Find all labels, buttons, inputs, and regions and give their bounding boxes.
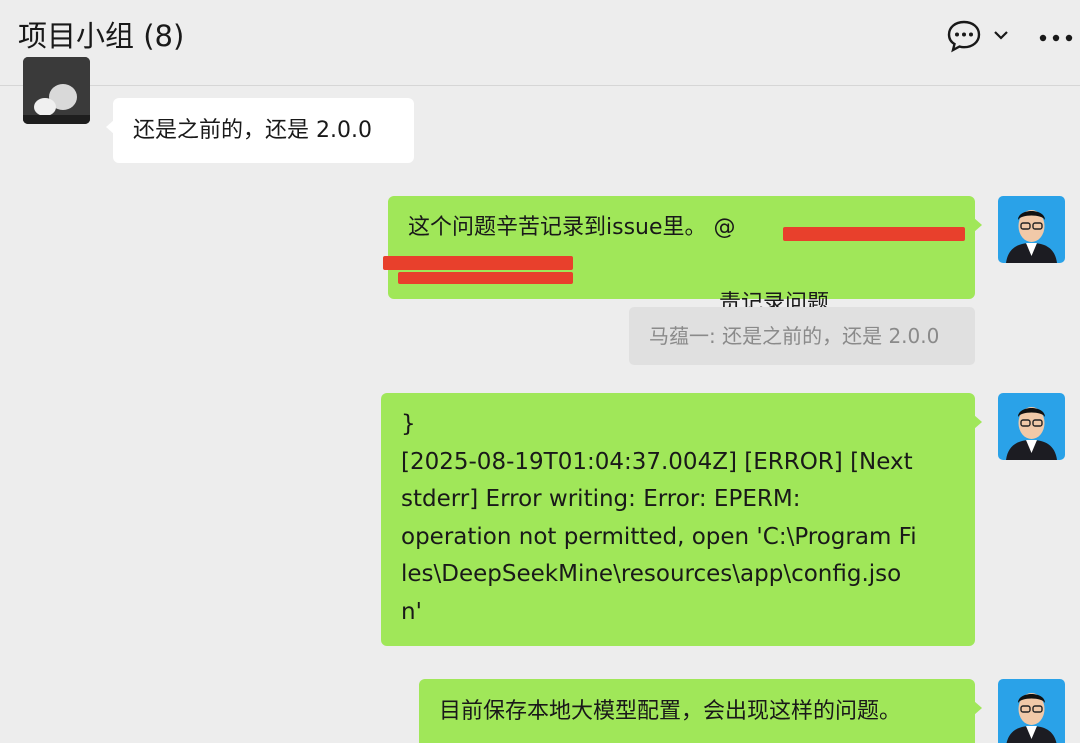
self-avatar[interactable]	[998, 196, 1065, 263]
chat-bubble-icon[interactable]	[946, 18, 982, 54]
log-line: stderr] Error writing: Error: EPERM:	[401, 486, 801, 512]
self-avatar[interactable]	[998, 393, 1065, 460]
message-text: 还是之前的，还是 2.0.0	[133, 118, 372, 143]
message-bubble[interactable]: 还是之前的，还是 2.0.0	[106, 98, 414, 163]
log-line: [2025-08-19T01:04:37.004Z] [ERROR] [Next	[401, 448, 913, 475]
quoted-message[interactable]: 马蕴一: 还是之前的，还是 2.0.0	[629, 307, 975, 365]
redaction-mark	[783, 227, 965, 241]
redaction-mark	[383, 256, 573, 270]
log-line: }	[401, 411, 416, 437]
more-dots-icon[interactable]	[1038, 30, 1074, 42]
redaction-mark	[398, 272, 573, 284]
log-line: les\DeepSeekMine\resources\app\config.js…	[401, 561, 902, 587]
message-text: 目前保存本地大模型配置，会出现这样的问题。	[439, 699, 902, 724]
chat-header: 项目小组 (8)	[0, 0, 1080, 86]
message-bubble[interactable]: 这个问题辛苦记录到issue里。 @ 责记录问题	[383, 196, 982, 316]
log-line: operation not permitted, open 'C:\Progra…	[401, 523, 917, 550]
chat-title: 项目小组 (8)	[18, 19, 185, 53]
log-line: n'	[401, 598, 422, 625]
message-bubble[interactable]: } [2025-08-19T01:04:37.004Z] [ERROR] [Ne…	[381, 393, 982, 646]
message-bubble[interactable]: 目前保存本地大模型配置，会出现这样的问题。	[419, 679, 982, 743]
chevron-down-icon[interactable]	[992, 28, 1010, 42]
other-avatar[interactable]	[23, 57, 90, 124]
self-avatar[interactable]	[998, 679, 1065, 743]
